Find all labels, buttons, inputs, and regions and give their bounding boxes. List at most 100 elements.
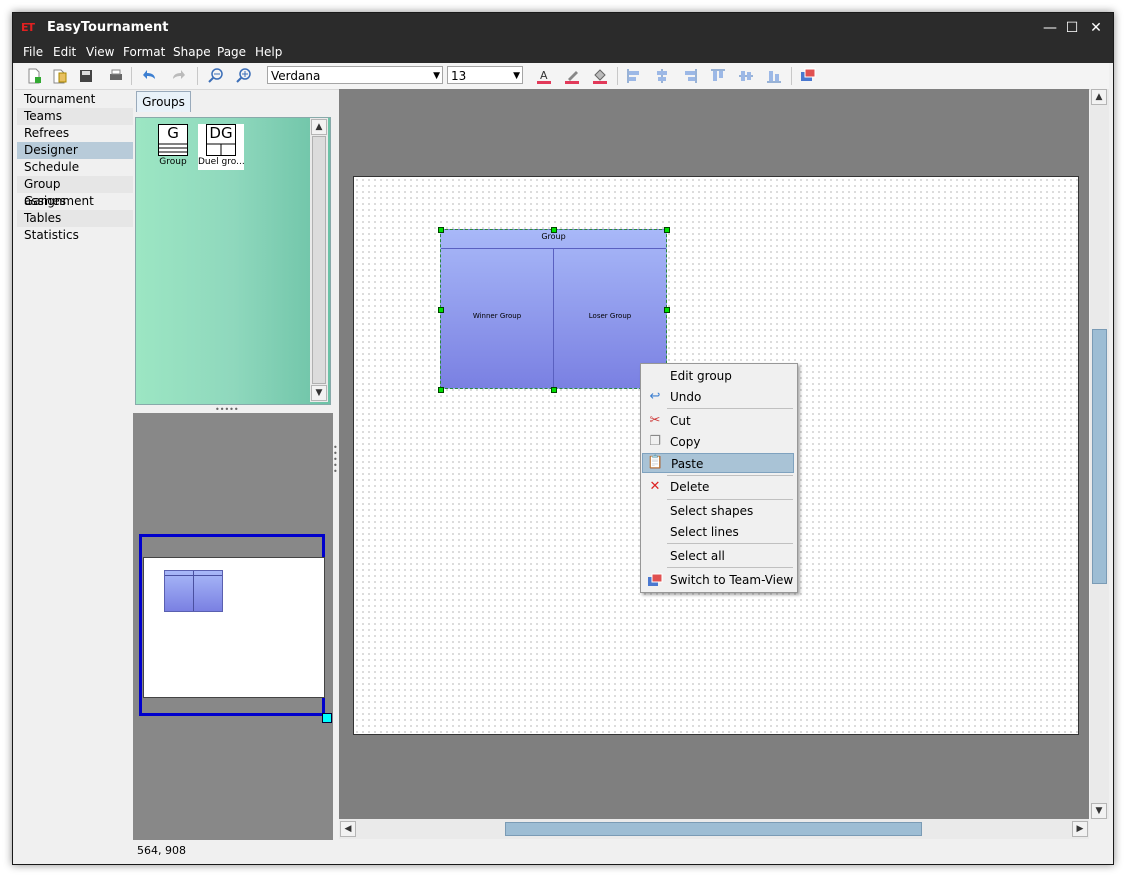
tab-groups[interactable]: Groups bbox=[136, 91, 191, 112]
font-size-select[interactable]: 13 ▼ bbox=[447, 66, 523, 84]
scroll-right-icon[interactable]: ▶ bbox=[1072, 821, 1088, 837]
minimize-button[interactable]: — bbox=[1039, 17, 1061, 39]
canvas-vertical-scrollbar[interactable]: ▲ ▼ bbox=[1090, 89, 1109, 819]
nav-item-designer[interactable]: Designer bbox=[17, 142, 133, 159]
fill-color-icon[interactable] bbox=[591, 67, 609, 85]
resize-handle-e[interactable] bbox=[664, 307, 670, 313]
chevron-down-icon: ▼ bbox=[433, 71, 440, 81]
scroll-left-icon[interactable]: ◀ bbox=[340, 821, 356, 837]
menu-view[interactable]: View bbox=[86, 45, 114, 59]
resize-handle-ne[interactable] bbox=[664, 227, 670, 233]
ctx-cut[interactable]: ✂ Cut bbox=[642, 411, 794, 431]
ctx-delete[interactable]: ✕ Delete bbox=[642, 477, 794, 497]
toolbar-separator bbox=[791, 67, 792, 85]
delete-x-icon: ✕ bbox=[649, 479, 661, 494]
font-name-select[interactable]: Verdana ▼ bbox=[267, 66, 443, 84]
overview-page bbox=[143, 557, 325, 698]
save-icon[interactable] bbox=[77, 67, 95, 85]
nav-item-schedule[interactable]: Schedule bbox=[17, 159, 133, 176]
ctx-switch-team-view[interactable]: Switch to Team-View bbox=[642, 570, 794, 590]
undo-icon: ↩ bbox=[649, 389, 661, 404]
toolbar: Verdana ▼ 13 ▼ A bbox=[15, 63, 1109, 90]
canvas-hscroll-thumb[interactable] bbox=[505, 822, 922, 836]
window-title: EasyTournament bbox=[47, 20, 169, 35]
nav-item-tournament-details[interactable]: Tournament details bbox=[17, 91, 133, 123]
align-top-icon[interactable] bbox=[709, 67, 727, 85]
duel-group-shape-tile[interactable]: DG Duel gro... bbox=[198, 124, 244, 170]
nav-item-teams[interactable]: Teams bbox=[17, 108, 133, 125]
overview-pane bbox=[133, 413, 333, 840]
canvas-vscroll-thumb[interactable] bbox=[1092, 329, 1107, 584]
shape-palette: G Group DG Duel gro... ▲ ▼ bbox=[135, 117, 331, 405]
menu-file[interactable]: File bbox=[23, 45, 43, 59]
nav-item-group-assignment[interactable]: Group assignment bbox=[17, 176, 133, 208]
group-shape[interactable]: Group Winner Group Loser Group bbox=[438, 227, 670, 393]
resize-handle-s[interactable] bbox=[551, 387, 557, 393]
palette-scrollbar[interactable]: ▲ ▼ bbox=[310, 118, 328, 402]
status-coordinates: 564, 908 bbox=[137, 844, 186, 857]
zoom-in-icon[interactable] bbox=[235, 67, 253, 85]
align-bottom-icon[interactable] bbox=[765, 67, 783, 85]
align-center-icon[interactable] bbox=[653, 67, 671, 85]
ctx-select-all[interactable]: Select all bbox=[642, 546, 794, 566]
ctx-switch-team-view-label: Switch to Team-View bbox=[670, 573, 794, 587]
overview-resize-handle[interactable] bbox=[322, 713, 332, 723]
toolbar-separator bbox=[131, 67, 132, 85]
align-right-icon[interactable] bbox=[681, 67, 699, 85]
nav-item-games[interactable]: Games bbox=[17, 193, 133, 210]
align-middle-icon[interactable] bbox=[737, 67, 755, 85]
ctx-edit-group[interactable]: Edit group bbox=[642, 366, 794, 386]
overview-group-thumb bbox=[164, 570, 223, 612]
resize-handle-w[interactable] bbox=[438, 307, 444, 313]
ctx-select-lines[interactable]: Select lines bbox=[642, 522, 794, 542]
ctx-select-shapes[interactable]: Select shapes bbox=[642, 501, 794, 521]
overview-header-line bbox=[165, 575, 222, 576]
maximize-button[interactable]: ☐ bbox=[1061, 17, 1083, 39]
splitter-grip-icon[interactable]: ••••• bbox=[215, 406, 247, 414]
ctx-select-all-label: Select all bbox=[670, 549, 725, 563]
nav-item-statistics[interactable]: Statistics bbox=[17, 227, 133, 244]
menu-edit[interactable]: Edit bbox=[53, 45, 76, 59]
ctx-copy[interactable]: ❐ Copy bbox=[642, 432, 794, 452]
align-left-icon[interactable] bbox=[625, 67, 643, 85]
palette-tabstrip: Groups bbox=[134, 89, 334, 112]
menu-help[interactable]: Help bbox=[255, 45, 282, 59]
menu-page[interactable]: Page bbox=[217, 45, 246, 59]
ctx-paste[interactable]: 📋 Paste bbox=[642, 453, 794, 473]
ctx-separator bbox=[667, 475, 793, 476]
nav-item-tables[interactable]: Tables bbox=[17, 210, 133, 227]
nav-item-refrees[interactable]: Refrees bbox=[17, 125, 133, 142]
palette-scroll-thumb[interactable] bbox=[312, 136, 326, 384]
scroll-up-icon[interactable]: ▲ bbox=[1091, 89, 1107, 105]
resize-handle-sw[interactable] bbox=[438, 387, 444, 393]
scroll-up-icon[interactable]: ▲ bbox=[311, 119, 327, 135]
new-file-icon[interactable] bbox=[25, 67, 43, 85]
canvas-horizontal-scrollbar[interactable]: ◀ ▶ bbox=[339, 819, 1089, 839]
print-icon[interactable] bbox=[107, 67, 125, 85]
ctx-separator bbox=[667, 567, 793, 568]
open-file-icon[interactable] bbox=[51, 67, 69, 85]
undo-icon[interactable] bbox=[141, 67, 159, 85]
ctx-paste-label: Paste bbox=[671, 457, 704, 471]
group-shape-tile[interactable]: G Group bbox=[150, 124, 196, 170]
redo-icon[interactable] bbox=[169, 67, 187, 85]
resize-handle-n[interactable] bbox=[551, 227, 557, 233]
line-color-icon[interactable] bbox=[563, 67, 581, 85]
group-shape-label: Group bbox=[159, 157, 187, 167]
scroll-down-icon[interactable]: ▼ bbox=[1091, 803, 1107, 819]
toolbar-separator bbox=[197, 67, 198, 85]
app-window: ET EasyTournament — ☐ ✕ File Edit View F… bbox=[12, 12, 1114, 865]
team-view-icon[interactable] bbox=[799, 67, 817, 85]
font-color-icon[interactable]: A bbox=[535, 67, 553, 85]
close-button[interactable]: ✕ bbox=[1085, 17, 1107, 39]
resize-handle-nw[interactable] bbox=[438, 227, 444, 233]
paste-icon: 📋 bbox=[647, 455, 664, 470]
winner-group-label: Winner Group bbox=[472, 312, 522, 320]
scroll-down-icon[interactable]: ▼ bbox=[311, 385, 327, 401]
ctx-undo[interactable]: ↩ Undo bbox=[642, 387, 794, 407]
menu-shape[interactable]: Shape bbox=[173, 45, 211, 59]
duel-group-shape-label: Duel gro... bbox=[198, 157, 244, 167]
zoom-out-icon[interactable] bbox=[207, 67, 225, 85]
vertical-splitter-grip-icon[interactable]: • • • • • bbox=[333, 444, 338, 481]
menu-format[interactable]: Format bbox=[123, 45, 165, 59]
